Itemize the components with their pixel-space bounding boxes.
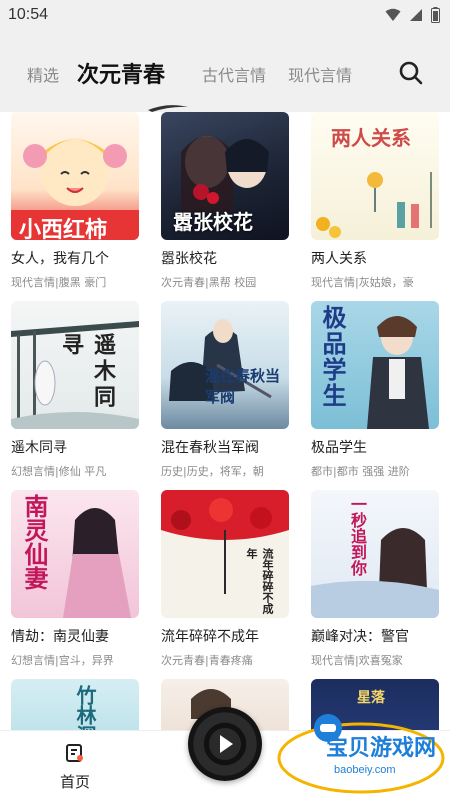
search-icon[interactable] [398,60,424,86]
book-tags: 次元青春|青春疼痛 [161,654,253,667]
play-icon [220,735,233,753]
status-bar: 10:54 [0,0,450,32]
wifi-icon [385,8,401,21]
book-cover: 遥木同寻 [11,301,139,429]
tab-xiandai-yanqing[interactable]: 现代言情 [288,62,352,86]
book-title: 流年碎碎不成年 [161,629,259,645]
cover-title: 小西红柿 [19,217,108,240]
book-tags: 幻想言情|修仙 平凡 [11,465,107,478]
book-cover: 极品学生 [311,301,439,429]
cover-title: 一秒追到你 [348,496,367,576]
status-time: 10:54 [8,6,49,23]
book-grid: 小西红柿 女人，我有几个 现代言情|腹黑 豪门 嚣张校花 嚣张校花 次元青春|黑… [0,112,450,730]
cover-title: 竹林深 [73,685,97,730]
book-card[interactable]: 混在春秋当军阀 混在春秋当军阀 历史|历史，将军，朝 [161,301,289,479]
signal-icon [410,9,422,21]
watermark-text: 宝贝游戏网 [326,736,437,761]
book-card[interactable]: 嚣张校花 嚣张校花 次元青春|黑帮 校园 [161,112,289,290]
active-tab-brush-underline [148,105,188,112]
cover-title: 混在春秋当军阀 [205,367,281,406]
book-tags: 现代言情|灰姑娘，豪 [311,276,414,289]
nav-home-label: 首页 [59,773,90,791]
book-title: 女人，我有几个 [11,251,109,267]
book-title: 两人关系 [311,251,367,267]
book-title: 遥木同寻 [11,440,67,456]
book-cover: 两人关系 [311,112,439,240]
book-tags: 现代言情|欢喜冤家 [311,654,403,667]
cover-title: 极品学生 [318,305,347,409]
book-card[interactable]: 遥木同寻 遥木同寻 幻想言情|修仙 平凡 [11,301,139,479]
book-card[interactable]: 南灵仙妻 情劫：南灵仙妻 幻想言情|宫斗，异界 [11,490,139,668]
book-title: 混在春秋当军阀 [161,440,259,456]
book-cover: 混在春秋当军阀 [161,301,289,429]
book-tags: 次元青春|黑帮 校园 [161,276,257,289]
book-cover: 流年碎碎不成年 [161,490,289,618]
cover-title: 星落 [357,690,385,706]
book-tags: 历史|历史，将军，朝 [161,465,264,478]
battery-icon [431,7,440,23]
book-title: 嚣张校花 [161,251,217,267]
book-card[interactable]: 两人关系 两人关系 现代言情|灰姑娘，豪 [311,112,439,290]
watermark-url: baobeiy.com [334,764,396,776]
book-cover: 小西红柿 [11,112,139,240]
category-tabs: 精选 次元青春 古代言情 现代言情 [0,32,450,112]
music-player-button[interactable] [188,707,262,781]
book-card[interactable]: 极品学生 极品学生 都市|都市 强强 进阶 [311,301,439,479]
status-icons [385,7,440,23]
site-watermark: 宝贝游戏网 baobeiy.com [276,712,446,798]
cover-title: 遥木同寻 [58,333,116,411]
book-cover: 一秒追到你 [311,490,439,618]
cover-title: 南灵仙妻 [20,494,49,590]
book-tags: 幻想言情|宫斗，异界 [11,654,114,667]
cover-title: 两人关系 [331,126,411,150]
cover-title: 流年碎碎不成年 [245,548,274,614]
book-cover: 竹林深 [11,679,139,730]
book-cover: 南灵仙妻 [11,490,139,618]
tab-ciyuan-qingchun[interactable]: 次元青春 [77,57,165,89]
book-title: 情劫：南灵仙妻 [11,629,109,645]
book-title: 极品学生 [311,440,367,456]
home-book-icon [66,744,83,762]
book-card[interactable]: 竹林深 [11,679,139,730]
book-card[interactable]: 一秒追到你 巅峰对决：警官 现代言情|欢喜冤家 [311,490,439,668]
book-tags: 都市|都市 强强 进阶 [311,465,410,478]
nav-home[interactable]: 首页 [50,741,100,792]
tab-gudai-yanqing[interactable]: 古代言情 [202,62,266,86]
cover-illustration [311,528,439,618]
tab-jingxuan[interactable]: 精选 [27,62,59,86]
book-tags: 现代言情|腹黑 豪门 [11,276,107,289]
book-title: 巅峰对决：警官 [311,629,409,645]
cover-title: 嚣张校花 [173,210,253,234]
book-card[interactable]: 小西红柿 女人，我有几个 现代言情|腹黑 豪门 [11,112,139,290]
book-card[interactable]: 流年碎碎不成年 流年碎碎不成年 次元青春|青春疼痛 [161,490,289,668]
book-cover: 嚣张校花 [161,112,289,240]
